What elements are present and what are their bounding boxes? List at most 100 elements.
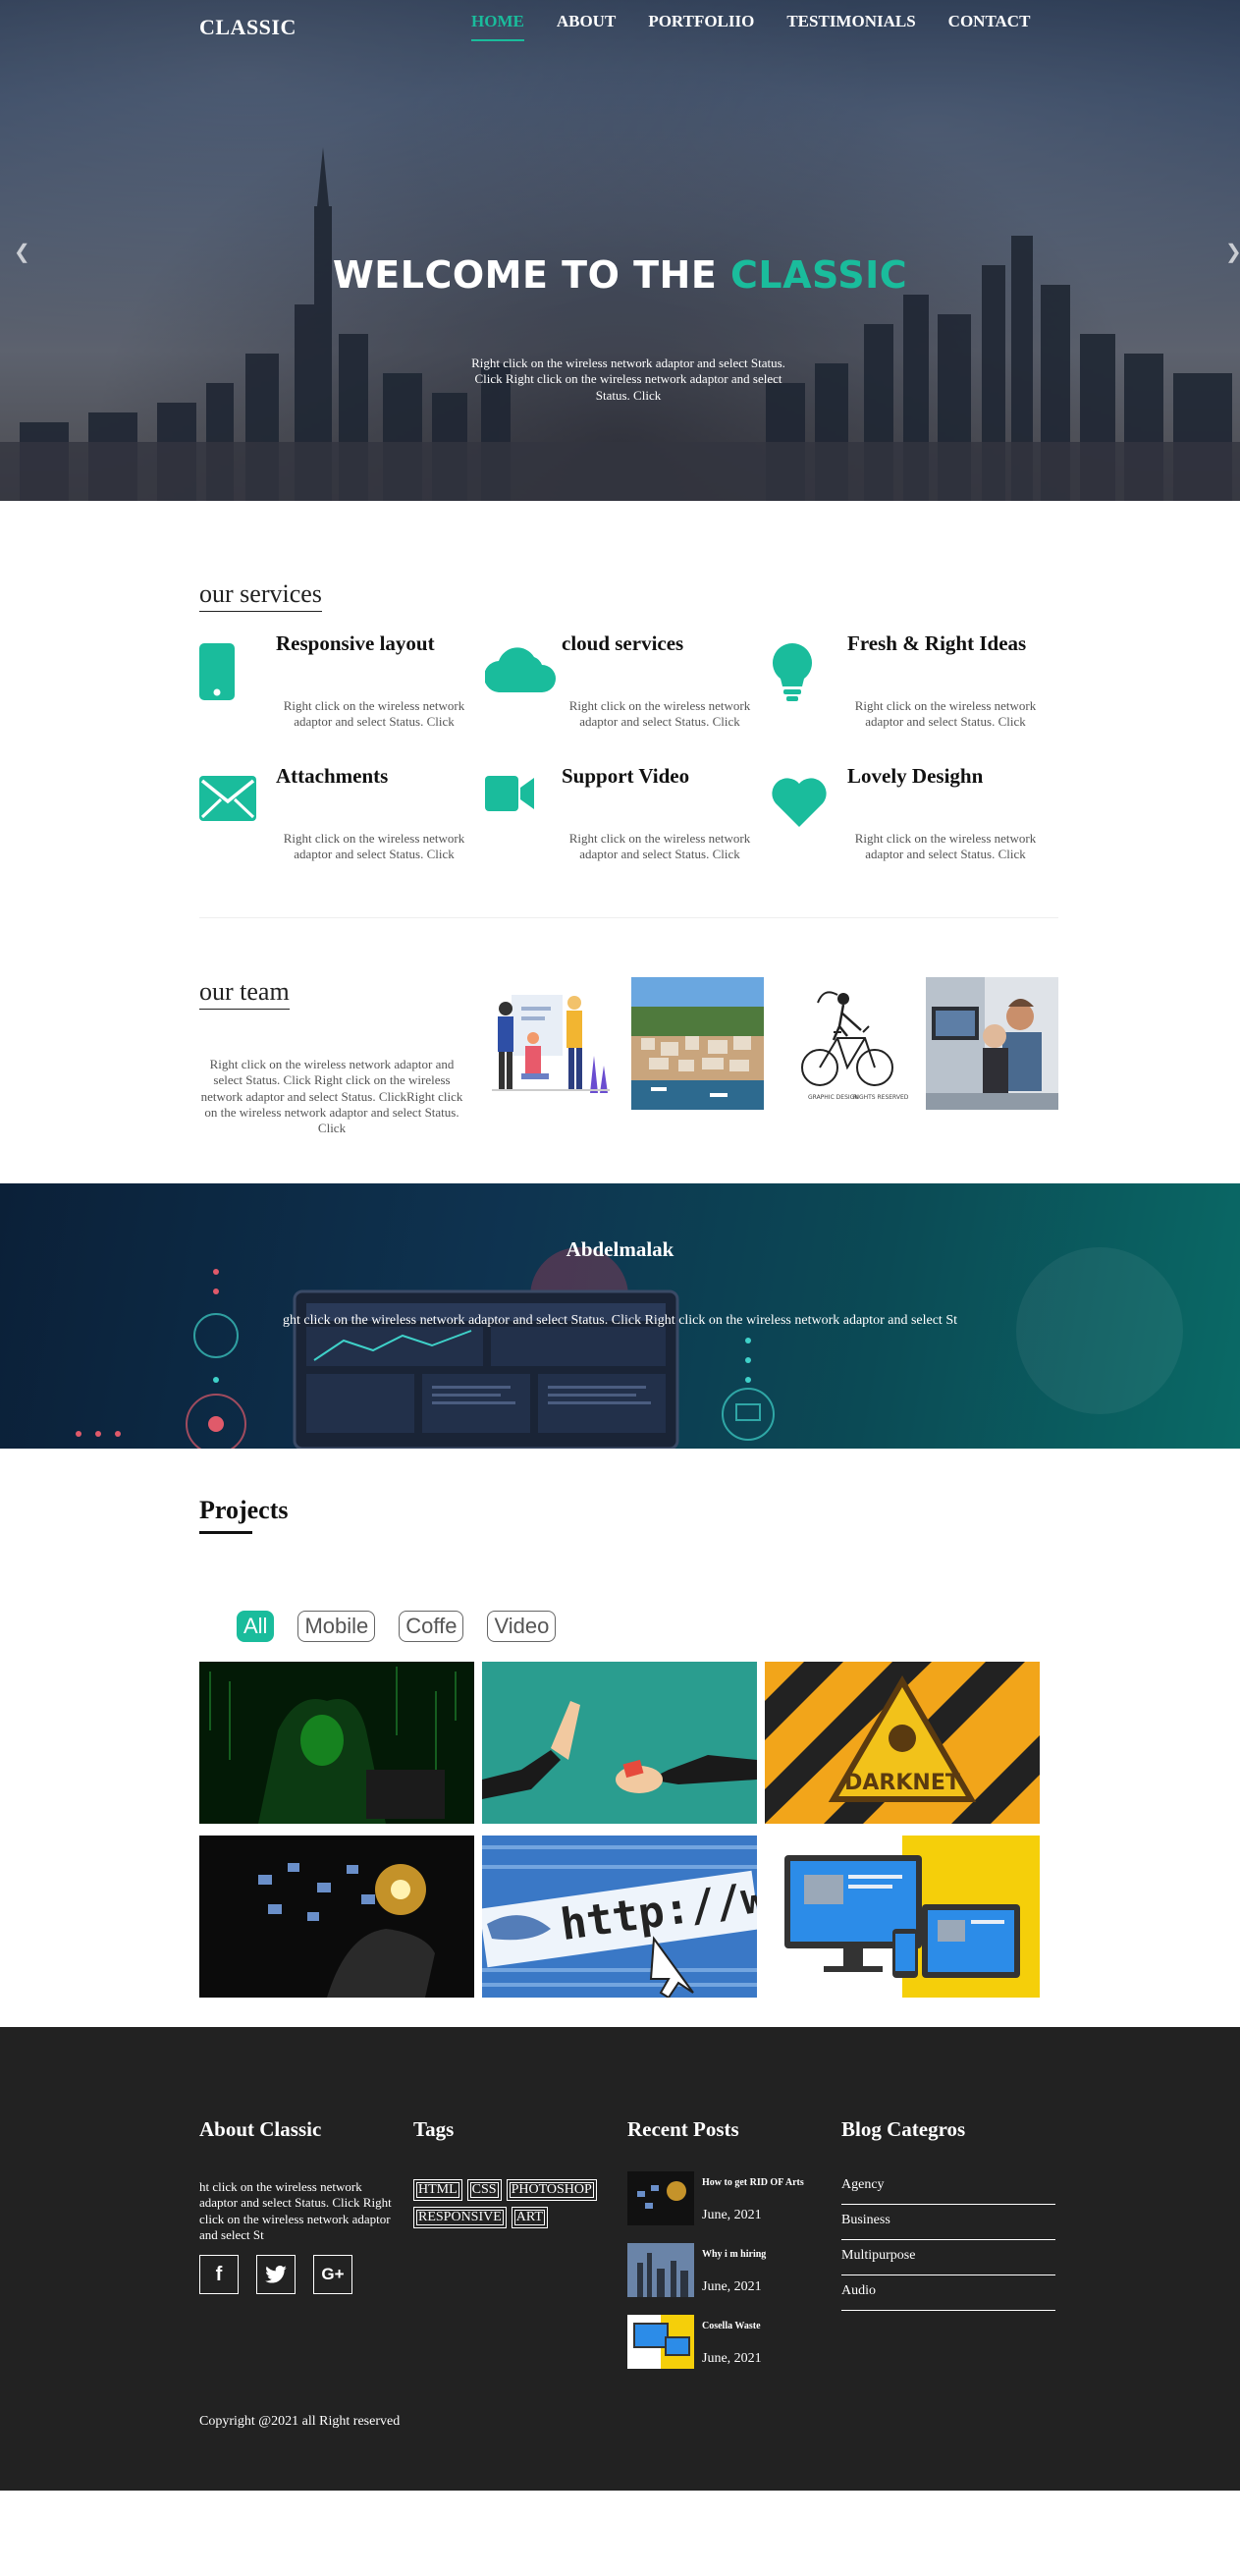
post-title[interactable]: Why i m hiring xyxy=(702,2249,766,2260)
service-item: Fresh & Right Ideas Right click on the wi… xyxy=(771,631,1056,731)
service-title: Fresh & Right Ideas xyxy=(847,631,1027,655)
service-text: Right click on the wireless network adap… xyxy=(854,698,1037,730)
hero-title: WELCOME TO THE CLASSIC xyxy=(0,253,1240,297)
service-title: Support Video xyxy=(562,763,690,788)
service-item: Support Video Right click on the wireless… xyxy=(485,764,771,863)
filter-video-button[interactable]: Video xyxy=(487,1611,557,1642)
site-logo[interactable]: CLASSIC xyxy=(199,15,297,40)
post-thumbnail xyxy=(627,2243,694,2297)
testimonial-banner: Abdelmalak ght click on the wireless net… xyxy=(0,1183,1240,1449)
footer-tags-title: Tags xyxy=(413,2117,455,2141)
nav-link-home[interactable]: HOME xyxy=(471,12,524,41)
project-cloud-media-image[interactable] xyxy=(199,1836,474,1998)
project-hacker-image[interactable] xyxy=(199,1662,474,1824)
service-item: Lovely Desighn Right click on the wireles… xyxy=(771,764,1056,863)
cloud-icon xyxy=(483,631,562,731)
mobile-icon xyxy=(199,631,276,731)
hero-overlay xyxy=(0,0,1240,501)
footer-tags: Tags HTML CSS PHOTOSHOP RESPONSIVE ART xyxy=(413,2117,627,2386)
site-footer: About Classic ht click on the wireless n… xyxy=(0,2027,1240,2491)
tag-html[interactable]: HTML xyxy=(413,2179,462,2201)
footer-categories-title: Blog Categros xyxy=(841,2117,966,2141)
team-text: Right click on the wireless network adap… xyxy=(200,1057,463,1135)
projects-title: Projects xyxy=(199,1496,289,1524)
category-link-business[interactable]: Business xyxy=(841,2205,1055,2240)
post-date: June, 2021 xyxy=(702,2351,762,2366)
services-grid: Responsive layout Right click on the wire… xyxy=(199,631,1058,862)
services-section: our services Responsive layout Right clic… xyxy=(199,501,1058,1183)
project-handshake-image[interactable] xyxy=(482,1662,757,1824)
footer-about: About Classic ht click on the wireless n… xyxy=(199,2117,413,2386)
footer-categories: Blog Categros Agency Business Multipurpo… xyxy=(841,2117,1055,2386)
footer-columns: About Classic ht click on the wireless n… xyxy=(199,2117,1058,2386)
team-section: our team Right click on the wireless net… xyxy=(199,918,1058,1183)
category-link-audio[interactable]: Audio xyxy=(841,2275,1055,2311)
project-darknet-image[interactable]: DARKNET xyxy=(765,1662,1040,1824)
svg-text:DARKNET: DARKNET xyxy=(844,1771,960,1795)
project-filters: All Mobile Coffe Video xyxy=(237,1611,1058,1642)
post-thumbnail xyxy=(627,2171,694,2225)
nav-link-contact[interactable]: CONTACT xyxy=(948,12,1031,41)
category-link-agency[interactable]: Agency xyxy=(841,2169,1055,2205)
hero-title-main: WELCOME TO THE xyxy=(332,253,731,297)
service-text: Right click on the wireless network adap… xyxy=(568,698,751,730)
service-text: Right click on the wireless network adap… xyxy=(283,830,465,861)
service-title: Responsive layout xyxy=(276,631,435,655)
post-date: June, 2021 xyxy=(702,2208,762,2222)
service-title: cloud services xyxy=(562,631,684,655)
filter-coffe-button[interactable]: Coffe xyxy=(399,1611,464,1642)
filter-all-button[interactable]: All xyxy=(237,1611,275,1642)
team-title: our team xyxy=(199,977,290,1010)
footer-about-text: ht click on the wireless network adaptor… xyxy=(199,2179,392,2242)
category-link-multipurpose[interactable]: Multipurpose xyxy=(841,2240,1055,2275)
tag-art[interactable]: ART xyxy=(511,2207,548,2228)
testimonial-text: ght click on the wireless network adapto… xyxy=(283,1313,957,1328)
recent-post[interactable]: Why i m hiring June, 2021 xyxy=(627,2243,841,2297)
footer-recent-posts: Recent Posts How to get RID OF Arts June,… xyxy=(627,2117,841,2386)
heart-icon xyxy=(771,764,847,863)
projects-title-underline xyxy=(199,1531,252,1534)
facebook-icon[interactable]: f xyxy=(199,2255,239,2294)
nav-link-portfolio[interactable]: PORTFOLIIO xyxy=(648,12,754,41)
service-item: Responsive layout Right click on the wire… xyxy=(199,631,485,731)
svg-text:GRAPHIC DESIGN: GRAPHIC DESIGN xyxy=(808,1094,859,1101)
nav-link-about[interactable]: ABOUT xyxy=(557,12,616,41)
post-title[interactable]: Cosella Waste xyxy=(702,2321,762,2331)
project-responsive-devices-image[interactable] xyxy=(765,1836,1040,1998)
service-item: Attachments Right click on the wireless n… xyxy=(199,764,485,863)
recent-post[interactable]: Cosella Waste June, 2021 xyxy=(627,2315,841,2369)
service-text: Right click on the wireless network adap… xyxy=(283,698,465,730)
footer-about-title: About Classic xyxy=(199,2117,322,2141)
service-text: Right click on the wireless network adap… xyxy=(568,830,751,861)
projects-section: Projects All Mobile Coffe Video DARKNET … xyxy=(199,1449,1058,2027)
service-text: Right click on the wireless network adap… xyxy=(854,830,1037,861)
service-item: cloud services Right click on the wireles… xyxy=(483,631,771,731)
twitter-icon[interactable] xyxy=(256,2255,296,2294)
projects-grid: DARKNET http://ww xyxy=(199,1662,1058,1998)
post-date: June, 2021 xyxy=(702,2279,762,2294)
nav-link-testimonials[interactable]: TESTIMONIALS xyxy=(786,12,915,41)
tag-responsive[interactable]: RESPONSIVE xyxy=(413,2207,507,2228)
tag-list: HTML CSS PHOTOSHOP RESPONSIVE ART xyxy=(413,2179,620,2228)
google-plus-icon[interactable]: G+ xyxy=(313,2255,352,2294)
post-thumbnail xyxy=(627,2315,694,2369)
team-illustration-image xyxy=(484,977,617,1110)
office-workers-image xyxy=(926,977,1058,1110)
bicycle-sketch-image: GRAPHIC DESIGN RIGHTS RESERVED xyxy=(779,977,911,1110)
lightbulb-icon xyxy=(771,631,847,731)
team-gallery: GRAPHIC DESIGN RIGHTS RESERVED xyxy=(484,977,1058,1183)
filter-mobile-button[interactable]: Mobile xyxy=(297,1611,376,1642)
post-title[interactable]: How to get RID OF Arts xyxy=(702,2177,804,2188)
video-camera-icon xyxy=(485,764,562,863)
tag-photoshop[interactable]: PHOTOSHOP xyxy=(506,2179,597,2201)
recent-post[interactable]: How to get RID OF Arts June, 2021 xyxy=(627,2171,841,2225)
tag-css[interactable]: CSS xyxy=(466,2179,502,2201)
svg-text:RIGHTS RESERVED: RIGHTS RESERVED xyxy=(853,1094,909,1101)
project-http-image[interactable]: http://ww xyxy=(482,1836,757,1998)
envelope-icon xyxy=(199,764,276,863)
social-links: f G+ xyxy=(199,2255,413,2294)
main-menu: HOME ABOUT PORTFOLIIO TESTIMONIALS CONTA… xyxy=(471,12,1062,41)
service-title: Attachments xyxy=(276,763,389,788)
coastal-town-image xyxy=(631,977,764,1110)
footer-posts-title: Recent Posts xyxy=(627,2117,739,2141)
